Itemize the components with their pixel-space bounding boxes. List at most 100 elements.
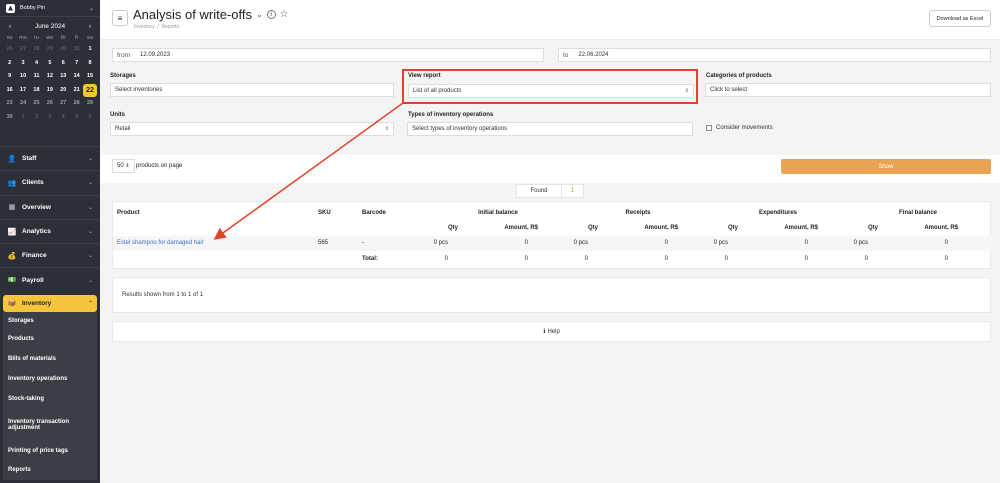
info-icon[interactable]: i — [266, 10, 276, 19]
date-from-field[interactable]: from 12.09.2023 — [112, 48, 544, 62]
help-link[interactable]: ℹ Help — [112, 321, 991, 342]
col-barcode[interactable]: Barcode — [362, 206, 386, 221]
calendar-day[interactable]: 30 — [57, 43, 70, 57]
calendar-day[interactable]: 13 — [57, 70, 70, 84]
submenu-item[interactable]: Storages — [3, 312, 97, 330]
calendar-day[interactable]: 27 — [16, 43, 29, 57]
col-sku[interactable]: SKU — [318, 206, 331, 221]
checkbox-box[interactable] — [706, 125, 712, 131]
consider-movements-checkbox[interactable]: Consider movements — [706, 125, 773, 131]
calendar-day[interactable]: 28 — [30, 43, 43, 57]
total-cell: 0 — [724, 256, 728, 262]
nav-item-staff[interactable]: 👤 Staff ⌄ — [0, 146, 100, 170]
nav-item-inventory[interactable]: 📦 Inventory ⌃ — [3, 294, 97, 312]
select-arrows-icon: ⇕ — [684, 88, 689, 94]
submenu-item[interactable]: Bills of materials — [3, 349, 97, 369]
calendar-day[interactable]: 2 — [30, 111, 43, 125]
units-select[interactable]: Retail ⇕ — [110, 122, 394, 136]
calendar-weekday: th — [60, 35, 66, 41]
calendar-day[interactable]: 21 — [70, 84, 83, 98]
download-excel-button[interactable]: Download as Excel — [929, 10, 991, 27]
calendar-day[interactable]: 18 — [30, 84, 43, 98]
submenu-item[interactable]: Products — [3, 330, 97, 349]
submenu-item[interactable]: Printing of price tags — [3, 441, 97, 461]
calendar-day[interactable]: 1 — [83, 43, 96, 57]
page-size-select[interactable]: 50 ⇕ — [112, 159, 135, 173]
nav-finance-icon: 💰 — [7, 252, 17, 260]
calendar-day[interactable]: 9 — [3, 70, 16, 84]
col-product[interactable]: Product — [117, 206, 140, 221]
calendar-day[interactable]: 30 — [3, 111, 16, 125]
calendar-day[interactable]: 7 — [70, 57, 83, 71]
nav-item-finance[interactable]: 💰 Finance ⌄ — [0, 243, 100, 267]
submenu-item[interactable]: Inventory operations — [3, 369, 97, 390]
calendar-day[interactable]: 26 — [43, 97, 56, 111]
calendar-day[interactable]: 24 — [16, 97, 29, 111]
calendar-day[interactable]: 31 — [70, 43, 83, 57]
calendar-day[interactable]: 15 — [83, 70, 96, 84]
calendar-day[interactable]: 20 — [57, 84, 70, 98]
chevron-down-icon: ⌄ — [87, 156, 93, 163]
show-button[interactable]: Show — [781, 159, 991, 174]
total-cell: 0 — [664, 256, 668, 262]
col-qty: Qty — [447, 225, 458, 231]
calendar-day[interactable]: 6 — [57, 57, 70, 71]
calendar-header: ‹ June 2024 › — [3, 20, 97, 33]
date-to-field[interactable]: to 22.06.2024 — [558, 48, 991, 62]
calendar-day[interactable]: 19 — [43, 84, 56, 98]
calendar-day[interactable]: 3 — [16, 57, 29, 71]
calendar-day[interactable]: 29 — [83, 97, 96, 111]
storages-select[interactable]: Select inventories — [110, 83, 394, 97]
calendar-day[interactable]: 28 — [70, 97, 83, 111]
view-report-label: View report — [408, 73, 441, 79]
favorite-star-icon[interactable]: ☆ — [280, 9, 289, 20]
units-value: Retail — [115, 126, 131, 132]
calendar-day[interactable]: 23 — [3, 97, 16, 111]
value-cell: 0 — [664, 240, 668, 246]
calendar-day[interactable]: 6 — [83, 111, 96, 125]
calendar-day[interactable]: 25 — [30, 97, 43, 111]
calendar-day[interactable]: 27 — [57, 97, 70, 111]
calendar-day[interactable]: 4 — [30, 57, 43, 71]
nav-clients-icon: 👥 — [7, 179, 17, 187]
calendar-next-icon[interactable]: › — [89, 23, 91, 30]
calendar-day[interactable]: 8 — [83, 57, 96, 71]
operation-types-select[interactable]: Select types of inventory operations — [407, 122, 693, 136]
calendar-day[interactable]: 5 — [70, 111, 83, 125]
calendar-day[interactable]: 4 — [57, 111, 70, 125]
breadcrumb-inventory[interactable]: Inventory — [134, 24, 155, 30]
brand-logo-icon — [6, 3, 15, 13]
calendar-day[interactable]: 12 — [43, 70, 56, 84]
title-dropdown-icon[interactable]: ⌄ — [256, 10, 263, 19]
nav-item-payroll[interactable]: 💵 Payroll ⌄ — [0, 267, 100, 291]
submenu-item[interactable]: Stock-taking — [3, 390, 97, 409]
view-report-select[interactable]: List of all products ⇕ — [408, 84, 694, 98]
calendar-day[interactable]: 22 — [83, 83, 97, 97]
submenu-item[interactable]: Inventory transaction adjustment — [3, 409, 97, 441]
inventory-submenu: Storages Products Bills of materials Invent… — [3, 311, 97, 480]
categories-select[interactable]: Click to select — [705, 83, 991, 97]
calendar-day[interactable]: 5 — [43, 57, 56, 71]
product-link[interactable]: Estel shampoo for damaged hair — [117, 236, 204, 251]
nav-item-clients[interactable]: 👥 Clients ⌄ — [0, 170, 100, 194]
calendar-day[interactable]: 1 — [16, 111, 29, 125]
nav-item-overview[interactable]: ▦ Overview ⌄ — [0, 194, 100, 219]
nav-staff-icon: 👤 — [7, 155, 17, 163]
calendar-day[interactable]: 2 — [3, 57, 16, 71]
calendar-day[interactable]: 26 — [3, 43, 16, 57]
calendar-day[interactable]: 11 — [30, 70, 43, 84]
calendar-day[interactable]: 17 — [16, 84, 29, 98]
calendar-day[interactable]: 14 — [70, 70, 83, 84]
menu-toggle-button[interactable]: ≡ — [112, 10, 128, 26]
calendar-prev-icon[interactable]: ‹ — [9, 23, 11, 30]
calendar-day[interactable]: 16 — [3, 84, 16, 98]
nav-item-analytics[interactable]: 📈 Analytics ⌄ — [0, 218, 100, 243]
account-switcher[interactable]: Bobby Pin ⌄ — [0, 0, 100, 17]
found-count: 1 — [562, 184, 584, 198]
calendar-day[interactable]: 3 — [43, 111, 56, 125]
total-cell: 0 — [804, 256, 808, 262]
breadcrumb-reports[interactable]: Reports — [162, 24, 180, 30]
calendar-day[interactable]: 10 — [16, 70, 29, 84]
submenu-item[interactable]: Reports — [3, 461, 97, 480]
calendar-day[interactable]: 29 — [43, 43, 56, 57]
